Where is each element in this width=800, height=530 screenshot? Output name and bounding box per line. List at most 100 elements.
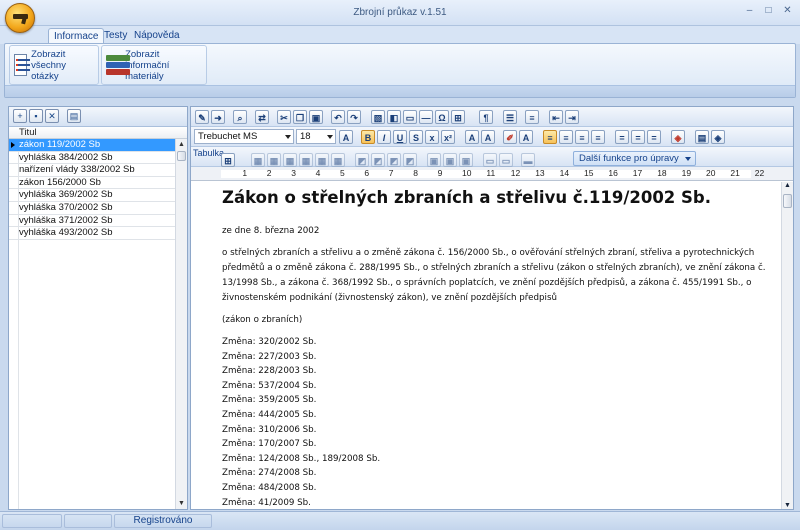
justify-button[interactable]: ≡	[591, 130, 605, 144]
amendment-line: Změna: 124/2008 Sb., 189/2008 Sb.	[222, 453, 381, 464]
font-color-icon[interactable]: A	[339, 130, 353, 144]
maximize-button[interactable]: □	[760, 4, 777, 18]
add-icon[interactable]: +	[13, 109, 27, 123]
table-split-icon[interactable]: ▦	[331, 153, 345, 167]
list-item[interactable]: zákon 156/2000 Sb	[9, 177, 187, 190]
more-functions-button[interactable]: Další funkce pro úpravy	[573, 151, 696, 166]
paste-icon[interactable]: ▣	[309, 110, 323, 124]
insert-image-icon[interactable]: ▧	[371, 110, 385, 124]
line-spacing-1-icon[interactable]: =	[615, 130, 629, 144]
font-name-select[interactable]: Trebuchet MS	[194, 129, 294, 144]
editor-toolbar-table: Tabulka ⊞ ▦ ▦ ▦ ▦ ▦ ▦ ◩ ◩ ◩ ◩ ▣ ▣ ▣ ▭ ▭ …	[191, 147, 793, 167]
ruler-tick-label: 13	[535, 168, 545, 178]
list-item[interactable]: vyhláška 371/2002 Sb	[9, 215, 187, 228]
close-button[interactable]: ✕	[779, 4, 796, 18]
bold-button[interactable]: B	[361, 130, 375, 144]
open-icon[interactable]: ▭	[403, 110, 417, 124]
page-setup-icon[interactable]: ▤	[695, 130, 709, 144]
highlight-icon[interactable]: ✐	[503, 130, 517, 144]
table-select-row-icon[interactable]: ◩	[371, 153, 385, 167]
replace-icon[interactable]: ⇄	[255, 110, 269, 124]
save-icon[interactable]: ▪	[29, 109, 43, 123]
decrease-indent-icon[interactable]: ⇤	[549, 110, 563, 124]
tab-informace[interactable]: Informace	[48, 28, 105, 44]
delete-icon[interactable]: ✕	[45, 109, 59, 123]
list-item[interactable]: vyhláška 493/2002 Sb	[9, 227, 187, 240]
list-scrollbar[interactable]: ▲ ▼	[175, 139, 187, 509]
horizontal-ruler[interactable]: 1 2 3 4 5 6 7 8 9 10 11 12 13 14 15 16 17 18 19 20 21 22	[191, 167, 793, 181]
table-delete-row-icon[interactable]: ▦	[283, 153, 297, 167]
document-page[interactable]: Zákon o střelných zbraních a střelivu č.…	[191, 182, 781, 509]
document-list-panel: + ▪ ✕ ▤ Titul zákon 119/2002 Sb vyhláška…	[8, 106, 188, 510]
amendment-line: Změna: 320/2002 Sb.	[222, 337, 317, 347]
superscript-button[interactable]: x²	[441, 130, 455, 144]
list-item[interactable]: vyhláška 370/2002 Sb	[9, 202, 187, 215]
paragraph-color-icon[interactable]: ◈	[711, 130, 725, 144]
line-spacing-2-icon[interactable]: =	[647, 130, 661, 144]
insert-table-icon[interactable]: ⊞	[221, 153, 235, 167]
table-props-icon[interactable]: ▣	[459, 153, 473, 167]
table-merge-icon[interactable]: ▦	[315, 153, 329, 167]
table-distribute-icon[interactable]: ▭	[499, 153, 513, 167]
undo-icon[interactable]: ↶	[331, 110, 345, 124]
list-item[interactable]: nařízení vlády 338/2002 Sb	[9, 164, 187, 177]
document-scrollbar[interactable]: ▲ ▼	[781, 182, 793, 509]
insert-object-icon[interactable]: ◧	[387, 110, 401, 124]
tab-testy[interactable]: Testy	[99, 28, 132, 44]
table-insert-col-icon[interactable]: ▦	[267, 153, 281, 167]
line-spacing-15-icon[interactable]: =	[631, 130, 645, 144]
bullets-icon[interactable]: ☰	[503, 110, 517, 124]
list-column-header[interactable]: Titul	[9, 127, 187, 139]
table-autofit-icon[interactable]: ▭	[483, 153, 497, 167]
clear-format-icon[interactable]: ✎	[195, 110, 209, 124]
minimize-button[interactable]: –	[741, 4, 758, 18]
align-right-button[interactable]: ≡	[575, 130, 589, 144]
find-icon[interactable]: ⌕	[233, 110, 247, 124]
shrink-font-icon[interactable]: A	[481, 130, 495, 144]
numbering-icon[interactable]: ≡	[525, 110, 539, 124]
subscript-button[interactable]: x	[425, 130, 439, 144]
fill-color-icon[interactable]: ◈	[671, 130, 685, 144]
scroll-thumb[interactable]	[783, 194, 792, 208]
list-item[interactable]: vyhláška 384/2002 Sb	[9, 152, 187, 165]
scroll-up-icon[interactable]: ▲	[176, 139, 187, 150]
document-title: Zákon o střelných zbraních a střelivu č.…	[222, 188, 711, 207]
table-delete-col-icon[interactable]: ▦	[299, 153, 313, 167]
table-delete-icon[interactable]: ▬	[521, 153, 535, 167]
print-icon[interactable]: ▤	[67, 109, 81, 123]
increase-indent-icon[interactable]: ⇥	[565, 110, 579, 124]
list-item[interactable]: zákon 119/2002 Sb	[9, 139, 187, 152]
scroll-down-icon[interactable]: ▼	[176, 498, 187, 509]
copy-icon[interactable]: ❐	[293, 110, 307, 124]
redo-icon[interactable]: ↷	[347, 110, 361, 124]
amendment-line: Změna: 170/2007 Sb.	[222, 439, 317, 450]
show-materials-button[interactable]: Zobrazit informační materiály	[101, 45, 207, 85]
list-item[interactable]: vyhláška 369/2002 Sb	[9, 189, 187, 202]
align-left-button[interactable]: ≡	[543, 130, 557, 144]
scroll-up-icon[interactable]: ▲	[782, 182, 793, 189]
table-select-icon[interactable]: ◩	[355, 153, 369, 167]
export-icon[interactable]: ➜	[211, 110, 225, 124]
scroll-down-icon[interactable]: ▼	[782, 502, 793, 509]
ruler-tick-label: 3	[291, 168, 296, 178]
app-menu-button[interactable]	[5, 3, 35, 33]
table-shading-icon[interactable]: ▣	[443, 153, 457, 167]
table-borders-icon[interactable]: ▣	[427, 153, 441, 167]
cut-icon[interactable]: ✂	[277, 110, 291, 124]
horizontal-line-icon[interactable]: —	[419, 110, 433, 124]
paragraph-marks-icon[interactable]: ¶	[479, 110, 493, 124]
font-size-select[interactable]: 18	[296, 129, 336, 144]
strikethrough-button[interactable]: S	[409, 130, 423, 144]
table-select-col-icon[interactable]: ◩	[387, 153, 401, 167]
show-all-questions-button[interactable]: Zobrazit všechny otázky	[9, 45, 99, 85]
underline-button[interactable]: U	[393, 130, 407, 144]
italic-button[interactable]: I	[377, 130, 391, 144]
symbol-icon[interactable]: Ω	[435, 110, 449, 124]
insert-field-icon[interactable]: ⊞	[451, 110, 465, 124]
table-select-cell-icon[interactable]: ◩	[403, 153, 417, 167]
grow-font-icon[interactable]: A	[465, 130, 479, 144]
align-center-button[interactable]: ≡	[559, 130, 573, 144]
tab-napoveda[interactable]: Nápověda	[129, 28, 185, 44]
text-color-icon[interactable]: A	[519, 130, 533, 144]
table-insert-row-icon[interactable]: ▦	[251, 153, 265, 167]
